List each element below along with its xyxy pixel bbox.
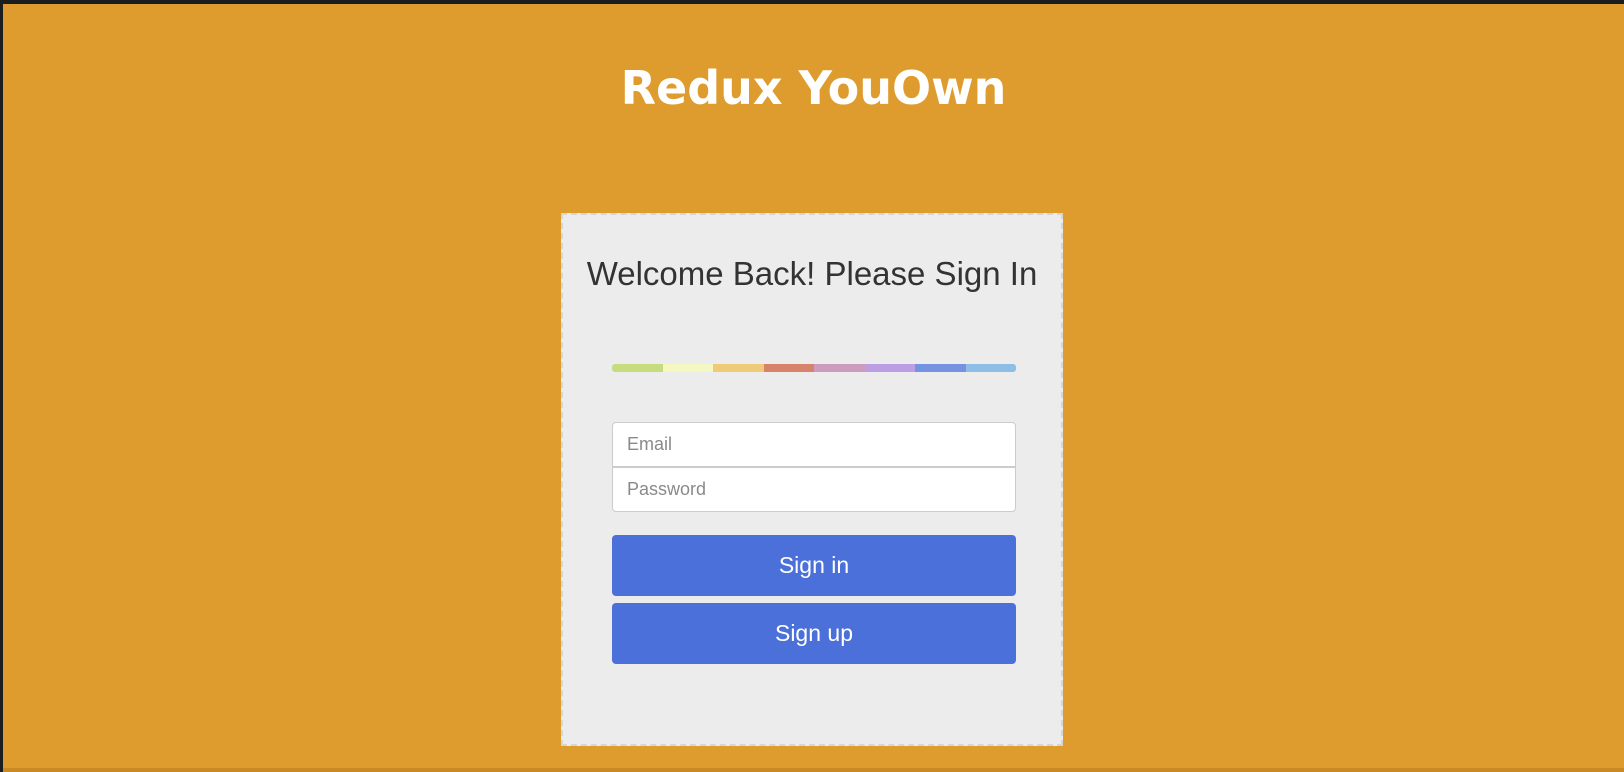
login-card: Welcome Back! Please Sign In Sign in Sig…: [561, 213, 1063, 746]
rainbow-segment: [864, 364, 915, 372]
rainbow-divider: [612, 364, 1016, 372]
rainbow-segment: [814, 364, 865, 372]
sign-up-button[interactable]: Sign up: [612, 603, 1016, 664]
login-heading: Welcome Back! Please Sign In: [586, 255, 1038, 292]
email-field[interactable]: [612, 422, 1016, 467]
rainbow-segment: [763, 364, 814, 372]
rainbow-segment: [612, 364, 663, 372]
rainbow-segment: [713, 364, 764, 372]
password-field[interactable]: [612, 467, 1016, 512]
app-title: Redux YouOwn: [620, 61, 1007, 115]
sign-in-button[interactable]: Sign in: [612, 535, 1016, 596]
bottom-strip: [3, 768, 1624, 772]
login-page: Redux YouOwn Welcome Back! Please Sign I…: [3, 4, 1624, 772]
rainbow-segment: [915, 364, 966, 372]
rainbow-segment: [662, 364, 713, 372]
screen-frame: Redux YouOwn Welcome Back! Please Sign I…: [0, 0, 1624, 772]
rainbow-segment: [965, 364, 1016, 372]
